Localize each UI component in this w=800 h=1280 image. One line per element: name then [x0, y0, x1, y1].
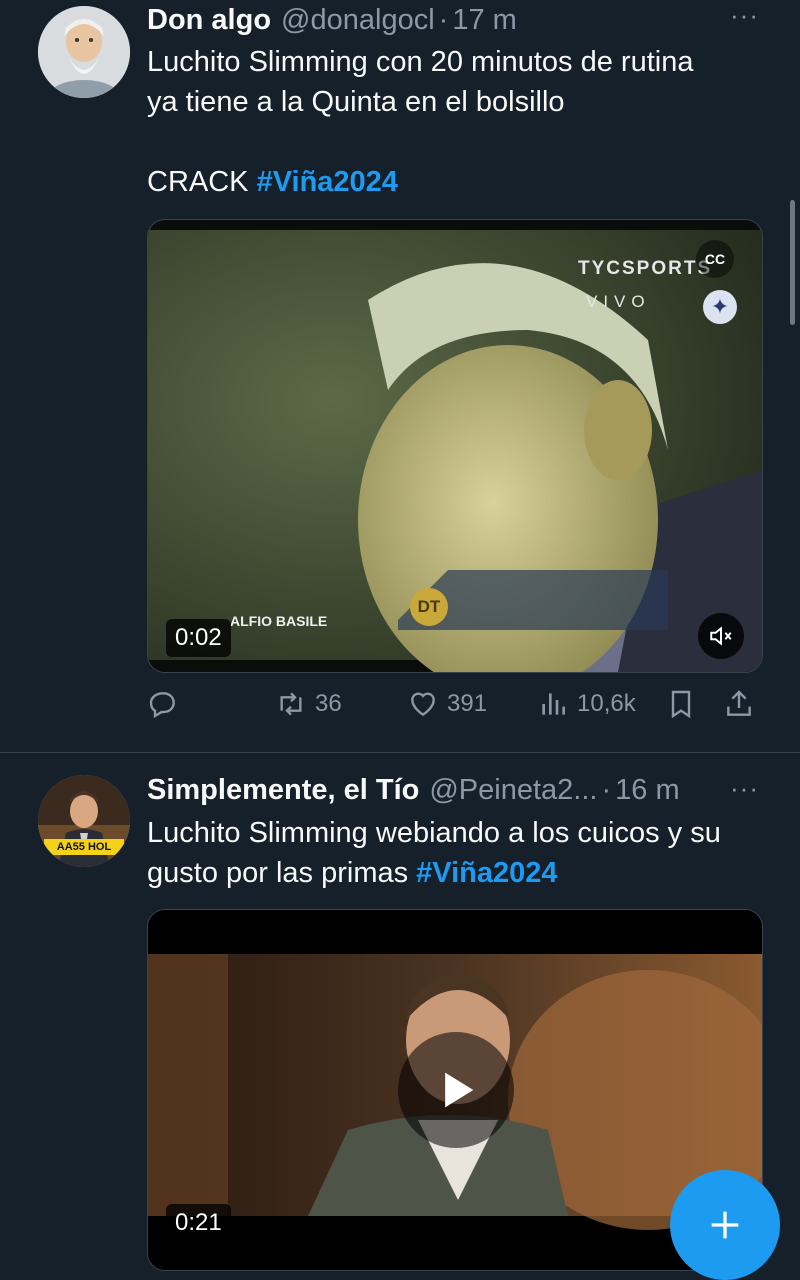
share-button[interactable]: [723, 688, 755, 720]
like-icon: [411, 692, 435, 717]
hashtag-link[interactable]: #Viña2024: [416, 857, 557, 889]
tweet-actions: 36 391 10,6k: [147, 688, 761, 732]
video-duration: 0:21: [166, 1204, 231, 1242]
tweet-1[interactable]: Don algo @donalgocl · 17 m ··· Luchito S…: [0, 0, 800, 752]
more-options-icon[interactable]: ···: [730, 773, 759, 804]
share-icon: [727, 690, 751, 716]
like-count: 391: [447, 690, 488, 717]
views-icon: [542, 693, 565, 715]
channel-badge-icon: ✦: [703, 290, 737, 324]
author-name[interactable]: Simplemente, el Tío: [147, 774, 419, 807]
avatar[interactable]: AA55 HOL: [38, 775, 130, 867]
tweet-text-line: CRACK #Viña2024: [147, 162, 693, 202]
mute-icon-glyph: [710, 626, 732, 646]
author-handle[interactable]: @Peineta2...: [429, 774, 597, 807]
tweet-text-line: Luchito Slimming con 20 minutos de rutin…: [147, 46, 694, 78]
timestamp[interactable]: 17 m: [452, 4, 516, 37]
timestamp[interactable]: 16 m: [615, 774, 679, 807]
tweet-2[interactable]: AA55 HOL Simplemente, el Tío @Peineta2..…: [0, 753, 800, 1271]
broadcaster-logo: TYCSPORTS: [578, 258, 713, 279]
like-button[interactable]: 391: [407, 688, 487, 720]
tweet-text: Luchito Slimming webiando a los cuicos y…: [147, 813, 721, 893]
play-icon: [445, 1072, 474, 1108]
avatar[interactable]: [38, 6, 130, 98]
play-button[interactable]: [398, 1032, 514, 1148]
hashtag-link[interactable]: #Viña2024: [257, 166, 398, 198]
bookmark-button[interactable]: [665, 688, 697, 720]
bookmark-icon: [671, 690, 691, 719]
more-options-icon[interactable]: ···: [730, 0, 759, 31]
reply-button[interactable]: [147, 688, 179, 720]
reply-icon: [149, 692, 175, 719]
compose-button[interactable]: [670, 1170, 780, 1280]
tweet-text-fragment: CRACK: [147, 166, 257, 198]
video-duration: 0:02: [166, 619, 231, 657]
avatar-sign: AA55 HOL: [56, 841, 112, 853]
plus-icon: [711, 1211, 739, 1239]
video-player[interactable]: TYCSPORTS VIVO ✦ CC ALFIO BASILE DT 0:02: [147, 219, 763, 673]
scrollbar[interactable]: [790, 200, 795, 325]
tweet-text-line: gusto por las primas #Viña2024: [147, 853, 721, 893]
tweet-text-line: ya tiene a la Quinta en el bolsillo: [147, 86, 565, 118]
retweet-button[interactable]: 36: [275, 688, 342, 720]
retweet-icon: [280, 692, 302, 716]
author-handle[interactable]: @donalgocl: [281, 4, 435, 37]
retweet-count: 36: [315, 690, 342, 717]
avatar-image: [38, 6, 130, 98]
tweet-text-line: Luchito Slimming webiando a los cuicos y…: [147, 817, 721, 849]
mute-icon[interactable]: [698, 613, 744, 659]
tweet-text-fragment: gusto por las primas: [147, 857, 417, 889]
lower-third-name: ALFIO BASILE: [230, 613, 328, 629]
separator-dot: ·: [438, 3, 449, 36]
video-frame: [148, 220, 762, 672]
author-name[interactable]: Don algo: [147, 4, 271, 37]
live-label: VIVO: [586, 292, 651, 311]
separator-dot: ·: [601, 773, 612, 806]
captions-icon[interactable]: CC: [696, 240, 734, 278]
tweet-text: Luchito Slimming con 20 minutos de rutin…: [147, 42, 693, 202]
lower-third-role: DT: [410, 588, 448, 626]
views-count: 10,6k: [577, 690, 636, 717]
views-button[interactable]: 10,6k: [537, 688, 636, 720]
